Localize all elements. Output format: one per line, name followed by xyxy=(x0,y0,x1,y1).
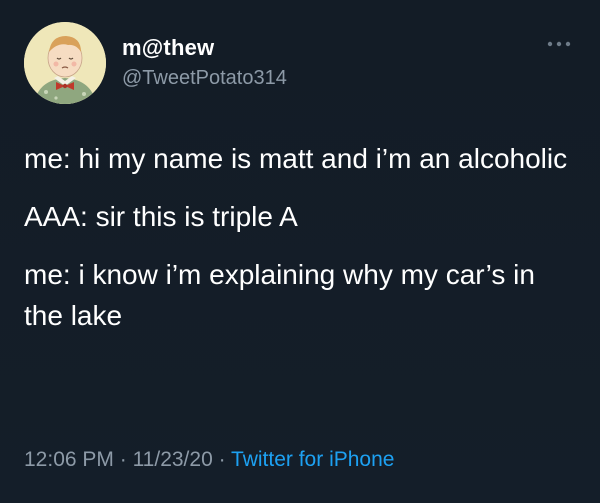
tweet-source-link[interactable]: Twitter for iPhone xyxy=(231,448,394,471)
tweet-line: AAA: sir this is triple A xyxy=(24,201,298,232)
tweet-date[interactable]: 11/23/20 xyxy=(133,448,213,471)
display-name[interactable]: m@thew xyxy=(122,35,214,61)
avatar[interactable] xyxy=(24,22,106,104)
tweet-card: m@thew @TweetPotato314 me: hi my name is… xyxy=(0,0,600,503)
user-handle[interactable]: @TweetPotato314 xyxy=(122,67,287,90)
tweet-text: me: hi my name is matt and i’m an alcoho… xyxy=(24,138,580,353)
tweet-line: me: hi my name is matt and i’m an alcoho… xyxy=(24,143,568,174)
profile-avatar-illustration xyxy=(24,22,106,104)
meta-separator: · xyxy=(113,448,133,471)
tweet-meta: 12:06 PM · 11/23/20 · Twitter for iPhone xyxy=(24,448,394,472)
meta-separator: · xyxy=(212,448,232,471)
tweet-line: me: i know i’m explaining why my car’s i… xyxy=(24,259,535,331)
tweet-time[interactable]: 12:06 PM xyxy=(24,448,114,471)
more-options-icon[interactable] xyxy=(544,36,574,52)
